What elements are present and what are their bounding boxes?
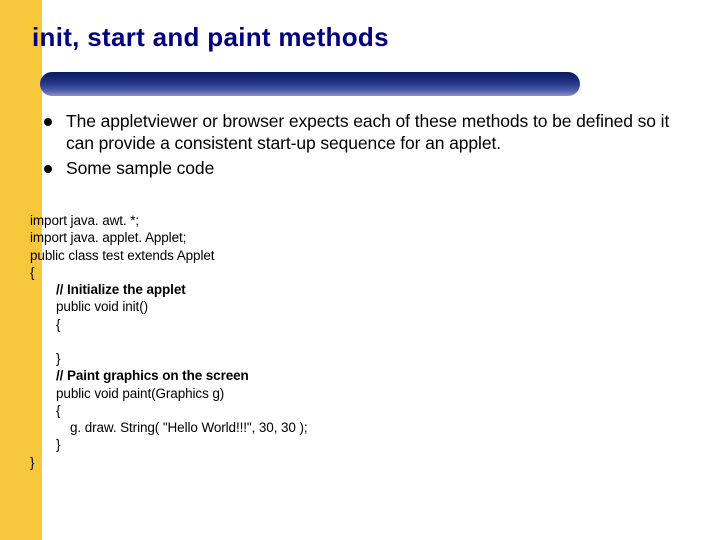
bullet-text: The appletviewer or browser expects each… — [66, 110, 694, 155]
bullet-icon — [44, 118, 52, 126]
code-line: } — [30, 436, 690, 453]
code-line: } — [30, 350, 690, 367]
list-item: The appletviewer or browser expects each… — [44, 110, 694, 155]
title-underline-bar — [40, 72, 580, 96]
code-block: import java. awt. *; import java. applet… — [30, 212, 690, 471]
slide-title: init, start and paint methods — [32, 22, 389, 53]
code-line: } — [30, 455, 34, 470]
bullet-text: Some sample code — [66, 157, 214, 179]
code-line: import java. awt. *; — [30, 213, 139, 228]
list-item: Some sample code — [44, 157, 694, 179]
code-line: // Initialize the applet — [30, 281, 690, 298]
bullet-list: The appletviewer or browser expects each… — [44, 110, 694, 181]
code-line: g. draw. String( "Hello World!!!", 30, 3… — [30, 419, 690, 436]
code-line: { — [30, 316, 690, 333]
code-line: public void init() — [30, 298, 690, 315]
code-line: // Paint graphics on the screen — [30, 367, 690, 384]
bullet-icon — [44, 165, 52, 173]
slide: init, start and paint methods The applet… — [0, 0, 720, 540]
code-line: { — [30, 402, 690, 419]
code-line: public class test extends Applet — [30, 248, 214, 263]
code-line: public void paint(Graphics g) — [30, 385, 690, 402]
code-line: { — [30, 265, 34, 280]
code-line: import java. applet. Applet; — [30, 230, 186, 245]
